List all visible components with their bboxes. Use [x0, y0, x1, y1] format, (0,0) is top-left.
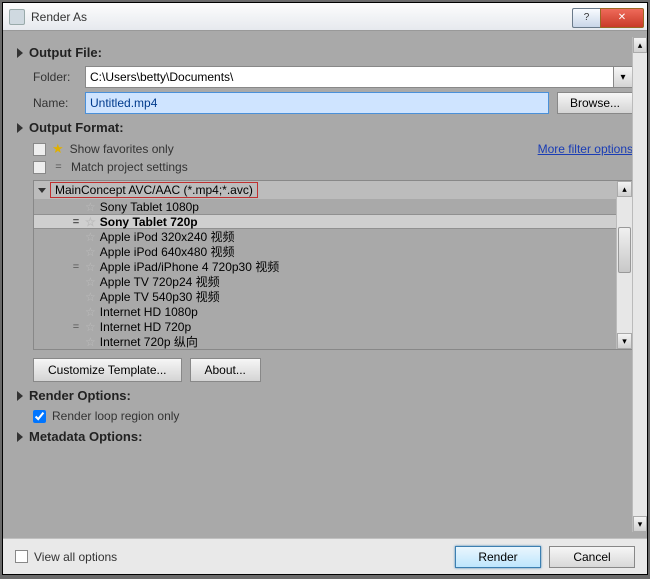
- scroll-down-icon[interactable]: ▾: [633, 516, 647, 532]
- star-icon: ☆: [85, 305, 96, 319]
- codec-name: MainConcept AVC/AAC (*.mp4;*.avc): [50, 182, 258, 198]
- expand-icon: [17, 123, 23, 133]
- match-icon: =: [70, 216, 82, 228]
- scroll-thumb[interactable]: [618, 227, 631, 273]
- loop-region-checkbox[interactable]: [33, 410, 46, 423]
- preset-row[interactable]: ☆ Sony Tablet 1080p: [34, 199, 616, 214]
- codec-row[interactable]: MainConcept AVC/AAC (*.mp4;*.avc): [34, 181, 616, 199]
- section-output-file[interactable]: Output File:: [17, 45, 633, 60]
- titlebar: Render As ? ✕: [3, 3, 647, 31]
- content-area: Output File: Folder: C:\Users\betty\Docu…: [3, 31, 647, 538]
- preset-row[interactable]: ☆Apple iPod 640x480 视频: [34, 244, 616, 259]
- more-filter-link[interactable]: More filter options: [538, 142, 633, 156]
- section-render-options[interactable]: Render Options:: [17, 388, 633, 403]
- star-icon: ☆: [85, 275, 96, 289]
- favorites-label: Show favorites only: [70, 142, 174, 156]
- scroll-down-icon[interactable]: ▾: [617, 333, 632, 349]
- preset-label: Sony Tablet 720p: [100, 215, 198, 229]
- star-icon: ☆: [85, 260, 96, 274]
- section-title: Render Options:: [29, 388, 131, 403]
- preset-row[interactable]: =☆ Internet HD 720p: [34, 319, 616, 334]
- star-icon: ☆: [85, 245, 96, 259]
- close-button[interactable]: ✕: [600, 8, 644, 28]
- pane-scrollbar[interactable]: ▴ ▾: [616, 181, 632, 349]
- format-pane: MainConcept AVC/AAC (*.mp4;*.avc) ☆ Sony …: [33, 180, 633, 350]
- preset-row[interactable]: =☆ Sony Tablet 720p: [34, 214, 616, 229]
- section-metadata-options[interactable]: Metadata Options:: [17, 429, 633, 444]
- preset-label: Sony Tablet 1080p: [100, 200, 199, 214]
- folder-display[interactable]: C:\Users\betty\Documents\: [85, 66, 614, 88]
- star-icon: ☆: [85, 290, 96, 304]
- about-button[interactable]: About...: [190, 358, 261, 382]
- preset-row[interactable]: ☆Apple iPod 320x240 视频: [34, 229, 616, 244]
- footer: View all options Render Cancel: [3, 538, 647, 574]
- window-title: Render As: [31, 10, 572, 24]
- star-icon: ☆: [85, 230, 96, 244]
- expand-icon: [17, 432, 23, 442]
- star-icon: ☆: [85, 200, 96, 214]
- match-icon: =: [70, 321, 82, 333]
- view-all-checkbox[interactable]: [15, 550, 28, 563]
- name-input[interactable]: [85, 92, 549, 114]
- help-button[interactable]: ?: [572, 8, 600, 28]
- section-title: Output Format:: [29, 120, 124, 135]
- section-title: Output File:: [29, 45, 102, 60]
- chevron-down-icon: [38, 188, 46, 193]
- name-label: Name:: [33, 96, 85, 110]
- preset-row[interactable]: =☆Apple iPad/iPhone 4 720p30 视频: [34, 259, 616, 274]
- preset-label: Internet HD 1080p: [100, 305, 198, 319]
- preset-label: Apple TV 540p30 视频: [100, 288, 220, 305]
- loop-region-label: Render loop region only: [52, 409, 179, 423]
- preset-row[interactable]: ☆ Internet HD 1080p: [34, 304, 616, 319]
- match-icon: =: [70, 261, 82, 273]
- match-icon: =: [52, 161, 65, 173]
- render-button[interactable]: Render: [455, 546, 541, 568]
- cancel-button[interactable]: Cancel: [549, 546, 635, 568]
- content-scrollbar[interactable]: ▴ ▾: [632, 37, 647, 532]
- customize-template-button[interactable]: Customize Template...: [33, 358, 182, 382]
- expand-icon: [17, 391, 23, 401]
- star-icon: ★: [52, 141, 64, 157]
- preset-label: Internet 720p 纵向: [100, 333, 198, 349]
- star-icon: ☆: [85, 215, 96, 229]
- browse-button[interactable]: Browse...: [557, 92, 633, 114]
- folder-dropdown-button[interactable]: ▾: [613, 66, 633, 88]
- preset-row[interactable]: ☆Apple TV 720p24 视频: [34, 274, 616, 289]
- view-all-label: View all options: [34, 550, 117, 564]
- scroll-up-icon[interactable]: ▴: [633, 37, 647, 53]
- folder-label: Folder:: [33, 70, 85, 84]
- app-icon: [9, 9, 25, 25]
- preset-label: Internet HD 720p: [100, 320, 191, 334]
- section-title: Metadata Options:: [29, 429, 142, 444]
- dialog-window: Render As ? ✕ Output File: Folder: C:\Us…: [2, 2, 648, 575]
- scroll-up-icon[interactable]: ▴: [617, 181, 632, 197]
- match-checkbox[interactable]: [33, 161, 46, 174]
- star-icon: ☆: [85, 320, 96, 334]
- favorites-checkbox[interactable]: [33, 143, 46, 156]
- expand-icon: [17, 48, 23, 58]
- section-output-format[interactable]: Output Format:: [17, 120, 633, 135]
- star-icon: ☆: [85, 335, 96, 349]
- preset-row[interactable]: ☆ Apple TV 540p30 视频: [34, 289, 616, 304]
- match-label: Match project settings: [71, 160, 188, 174]
- preset-row[interactable]: ☆ Internet 720p 纵向: [34, 334, 616, 349]
